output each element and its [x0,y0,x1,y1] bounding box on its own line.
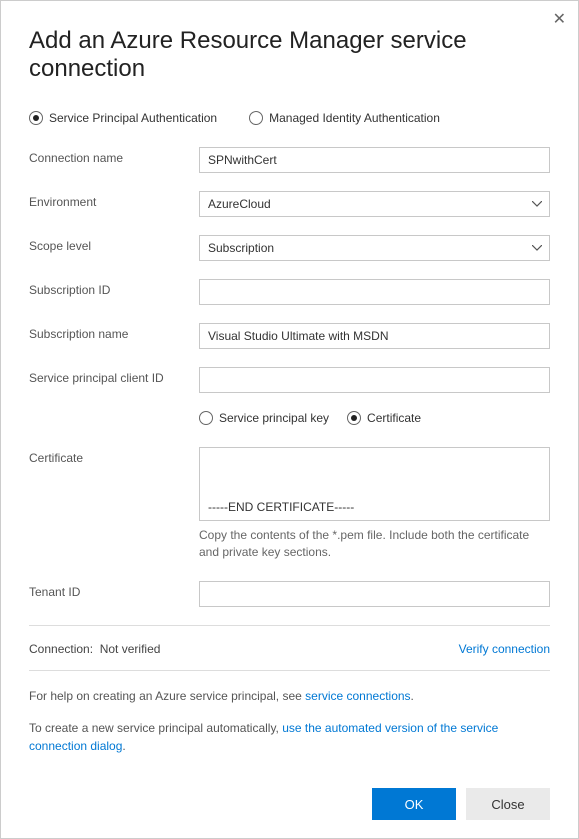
subscription-id-input[interactable] [199,279,550,305]
connection-status: Connection: Not verified [29,642,160,656]
certificate-help-text: Copy the contents of the *.pem file. Inc… [199,527,550,561]
radio-managed-identity-auth[interactable]: Managed Identity Authentication [249,111,440,125]
help2-prefix: To create a new service principal automa… [29,721,282,735]
help1-prefix: For help on creating an Azure service pr… [29,689,305,703]
tenant-id-input[interactable] [199,581,550,607]
radio-label: Service Principal Authentication [49,111,217,125]
environment-select[interactable] [199,191,550,217]
divider [29,625,550,626]
radio-icon [199,411,213,425]
auth-method-radios: Service Principal Authentication Managed… [29,111,550,125]
help-paragraph-2: To create a new service principal automa… [29,719,550,755]
radio-icon [29,111,43,125]
radio-icon [347,411,361,425]
ok-button[interactable]: OK [372,788,456,820]
radio-label: Service principal key [219,411,329,425]
dialog-footer: OK Close [372,788,550,820]
radio-label: Managed Identity Authentication [269,111,440,125]
radio-sp-key[interactable]: Service principal key [199,411,329,425]
help-paragraph-1: For help on creating an Azure service pr… [29,687,550,705]
certificate-textarea[interactable]: -----END CERTIFICATE----- [199,447,550,521]
radio-service-principal-auth[interactable]: Service Principal Authentication [29,111,217,125]
verify-connection-link[interactable]: Verify connection [459,642,550,656]
status-value: Not verified [100,642,161,656]
radio-certificate[interactable]: Certificate [347,411,421,425]
subscription-id-label: Subscription ID [29,279,199,297]
service-connections-link[interactable]: service connections [305,689,410,703]
radio-label: Certificate [367,411,421,425]
credential-type-spacer [29,411,199,415]
scope-level-label: Scope level [29,235,199,253]
help2-suffix: . [122,739,125,753]
radio-icon [249,111,263,125]
scope-level-select[interactable] [199,235,550,261]
dialog-title: Add an Azure Resource Manager service co… [29,27,550,83]
close-icon[interactable]: ✕ [553,9,566,29]
help1-suffix: . [411,689,414,703]
sp-client-id-input[interactable] [199,367,550,393]
status-prefix: Connection: [29,642,93,656]
connection-name-input[interactable] [199,147,550,173]
tenant-id-label: Tenant ID [29,581,199,599]
divider [29,670,550,671]
sp-client-id-label: Service principal client ID [29,367,199,385]
certificate-content-tail: -----END CERTIFICATE----- [208,500,541,514]
connection-name-label: Connection name [29,147,199,165]
subscription-name-label: Subscription name [29,323,199,341]
certificate-label: Certificate [29,447,199,465]
credential-type-radios: Service principal key Certificate [199,411,550,425]
close-button[interactable]: Close [466,788,550,820]
subscription-name-input[interactable] [199,323,550,349]
environment-label: Environment [29,191,199,209]
